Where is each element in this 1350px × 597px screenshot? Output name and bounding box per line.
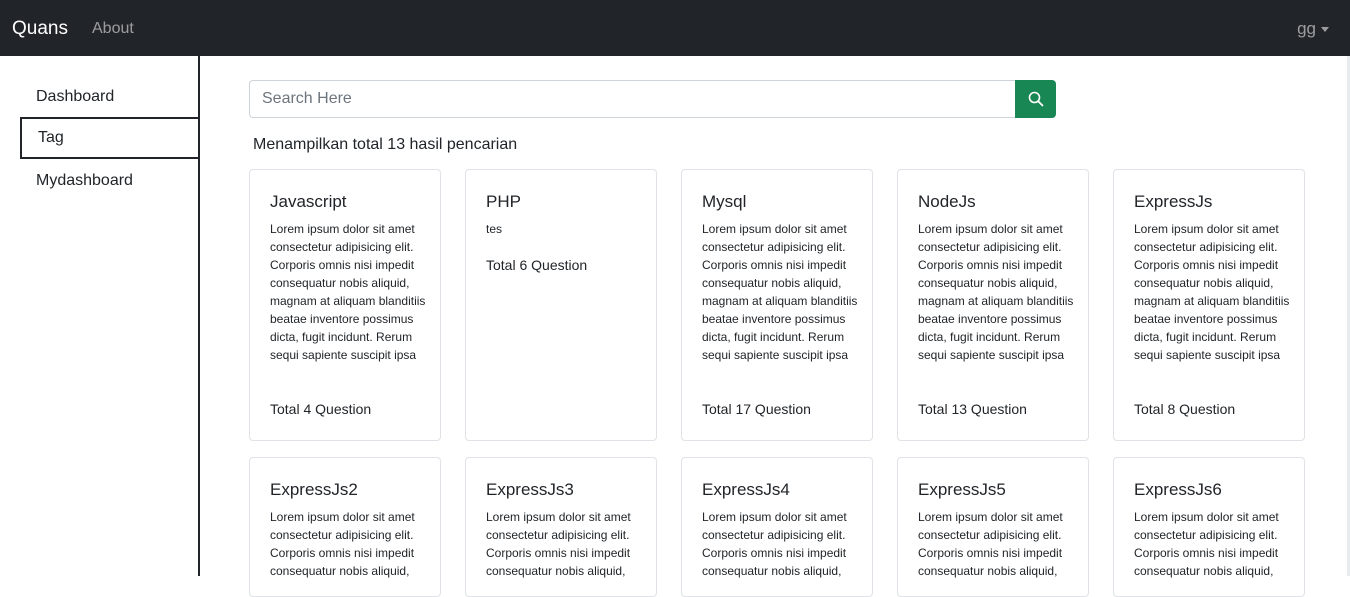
tag-card-description: Lorem ipsum dolor sit amet consectetur a… <box>1134 510 1279 578</box>
search-input[interactable] <box>249 80 1016 118</box>
tag-card-total: Total 6 Question <box>486 257 588 273</box>
sidebar-item-label: Mydashboard <box>36 172 133 189</box>
sidebar: Dashboard Tag Mydashboard <box>0 56 200 576</box>
tag-card-description: Lorem ipsum dolor sit amet consectetur a… <box>270 222 426 362</box>
tag-card-title[interactable]: Javascript <box>270 191 347 213</box>
tag-card-title[interactable]: NodeJs <box>918 191 976 213</box>
sidebar-item-dashboard[interactable]: Dashboard <box>20 76 200 118</box>
sidebar-item-label: Tag <box>38 129 64 146</box>
tag-card-title[interactable]: ExpressJs6 <box>1134 479 1222 501</box>
tag-card-title[interactable]: ExpressJs <box>1134 191 1212 213</box>
sidebar-item-tag[interactable]: Tag <box>20 117 200 159</box>
tag-card-title[interactable]: ExpressJs5 <box>918 479 1006 501</box>
caret-down-icon <box>1321 27 1329 32</box>
tag-card-expressjs3[interactable]: ExpressJs3 Lorem ipsum dolor sit amet co… <box>465 457 657 597</box>
tag-card-mysql[interactable]: Mysql Lorem ipsum dolor sit amet consect… <box>681 169 873 441</box>
search-icon <box>1028 91 1043 107</box>
tag-card-description: Lorem ipsum dolor sit amet consectetur a… <box>918 510 1063 578</box>
tag-card-total: Total 8 Question <box>1134 401 1236 417</box>
tag-card-description: tes <box>486 222 503 236</box>
tag-card-total: Total 17 Question <box>702 401 811 417</box>
tag-card-expressjs6[interactable]: ExpressJs6 Lorem ipsum dolor sit amet co… <box>1113 457 1305 597</box>
nav-about-link[interactable]: About <box>92 19 134 39</box>
user-dropdown[interactable]: gg <box>1297 19 1329 39</box>
brand-link[interactable]: Quans <box>12 17 68 41</box>
search-button[interactable] <box>1015 80 1056 118</box>
tag-card-total: Total 13 Question <box>918 401 1027 417</box>
tag-card-expressjs4[interactable]: ExpressJs4 Lorem ipsum dolor sit amet co… <box>681 457 873 597</box>
tag-card-expressjs2[interactable]: ExpressJs2 Lorem ipsum dolor sit amet co… <box>249 457 441 597</box>
result-summary: Menampilkan total 13 hasil pencarian <box>253 136 518 153</box>
tag-card-description: Lorem ipsum dolor sit amet consectetur a… <box>702 222 858 362</box>
tag-card-expressjs5[interactable]: ExpressJs5 Lorem ipsum dolor sit amet co… <box>897 457 1089 597</box>
tag-card-php[interactable]: PHP tes Total 6 Question <box>465 169 657 441</box>
tag-card-description: Lorem ipsum dolor sit amet consectetur a… <box>270 510 415 578</box>
sidebar-item-label: Dashboard <box>36 88 115 105</box>
top-navbar: Quans About gg <box>0 0 1350 56</box>
tag-card-javascript[interactable]: Javascript Lorem ipsum dolor sit amet co… <box>249 169 441 441</box>
tag-card-description: Lorem ipsum dolor sit amet consectetur a… <box>1134 222 1290 362</box>
sidebar-item-mydashboard[interactable]: Mydashboard <box>20 160 200 202</box>
user-name: gg <box>1297 19 1316 38</box>
tag-card-title[interactable]: ExpressJs2 <box>270 479 358 501</box>
tag-card-title[interactable]: Mysql <box>702 191 746 213</box>
tag-card-expressjs[interactable]: ExpressJs Lorem ipsum dolor sit amet con… <box>1113 169 1305 441</box>
tag-card-nodejs[interactable]: NodeJs Lorem ipsum dolor sit amet consec… <box>897 169 1089 441</box>
tag-card-title[interactable]: ExpressJs4 <box>702 479 790 501</box>
tag-card-description: Lorem ipsum dolor sit amet consectetur a… <box>486 510 631 578</box>
tag-card-total: Total 4 Question <box>270 401 372 417</box>
tag-card-description: Lorem ipsum dolor sit amet consectetur a… <box>702 510 847 578</box>
tag-card-description: Lorem ipsum dolor sit amet consectetur a… <box>918 222 1074 362</box>
tag-card-title[interactable]: PHP <box>486 191 521 213</box>
tag-card-title[interactable]: ExpressJs3 <box>486 479 574 501</box>
